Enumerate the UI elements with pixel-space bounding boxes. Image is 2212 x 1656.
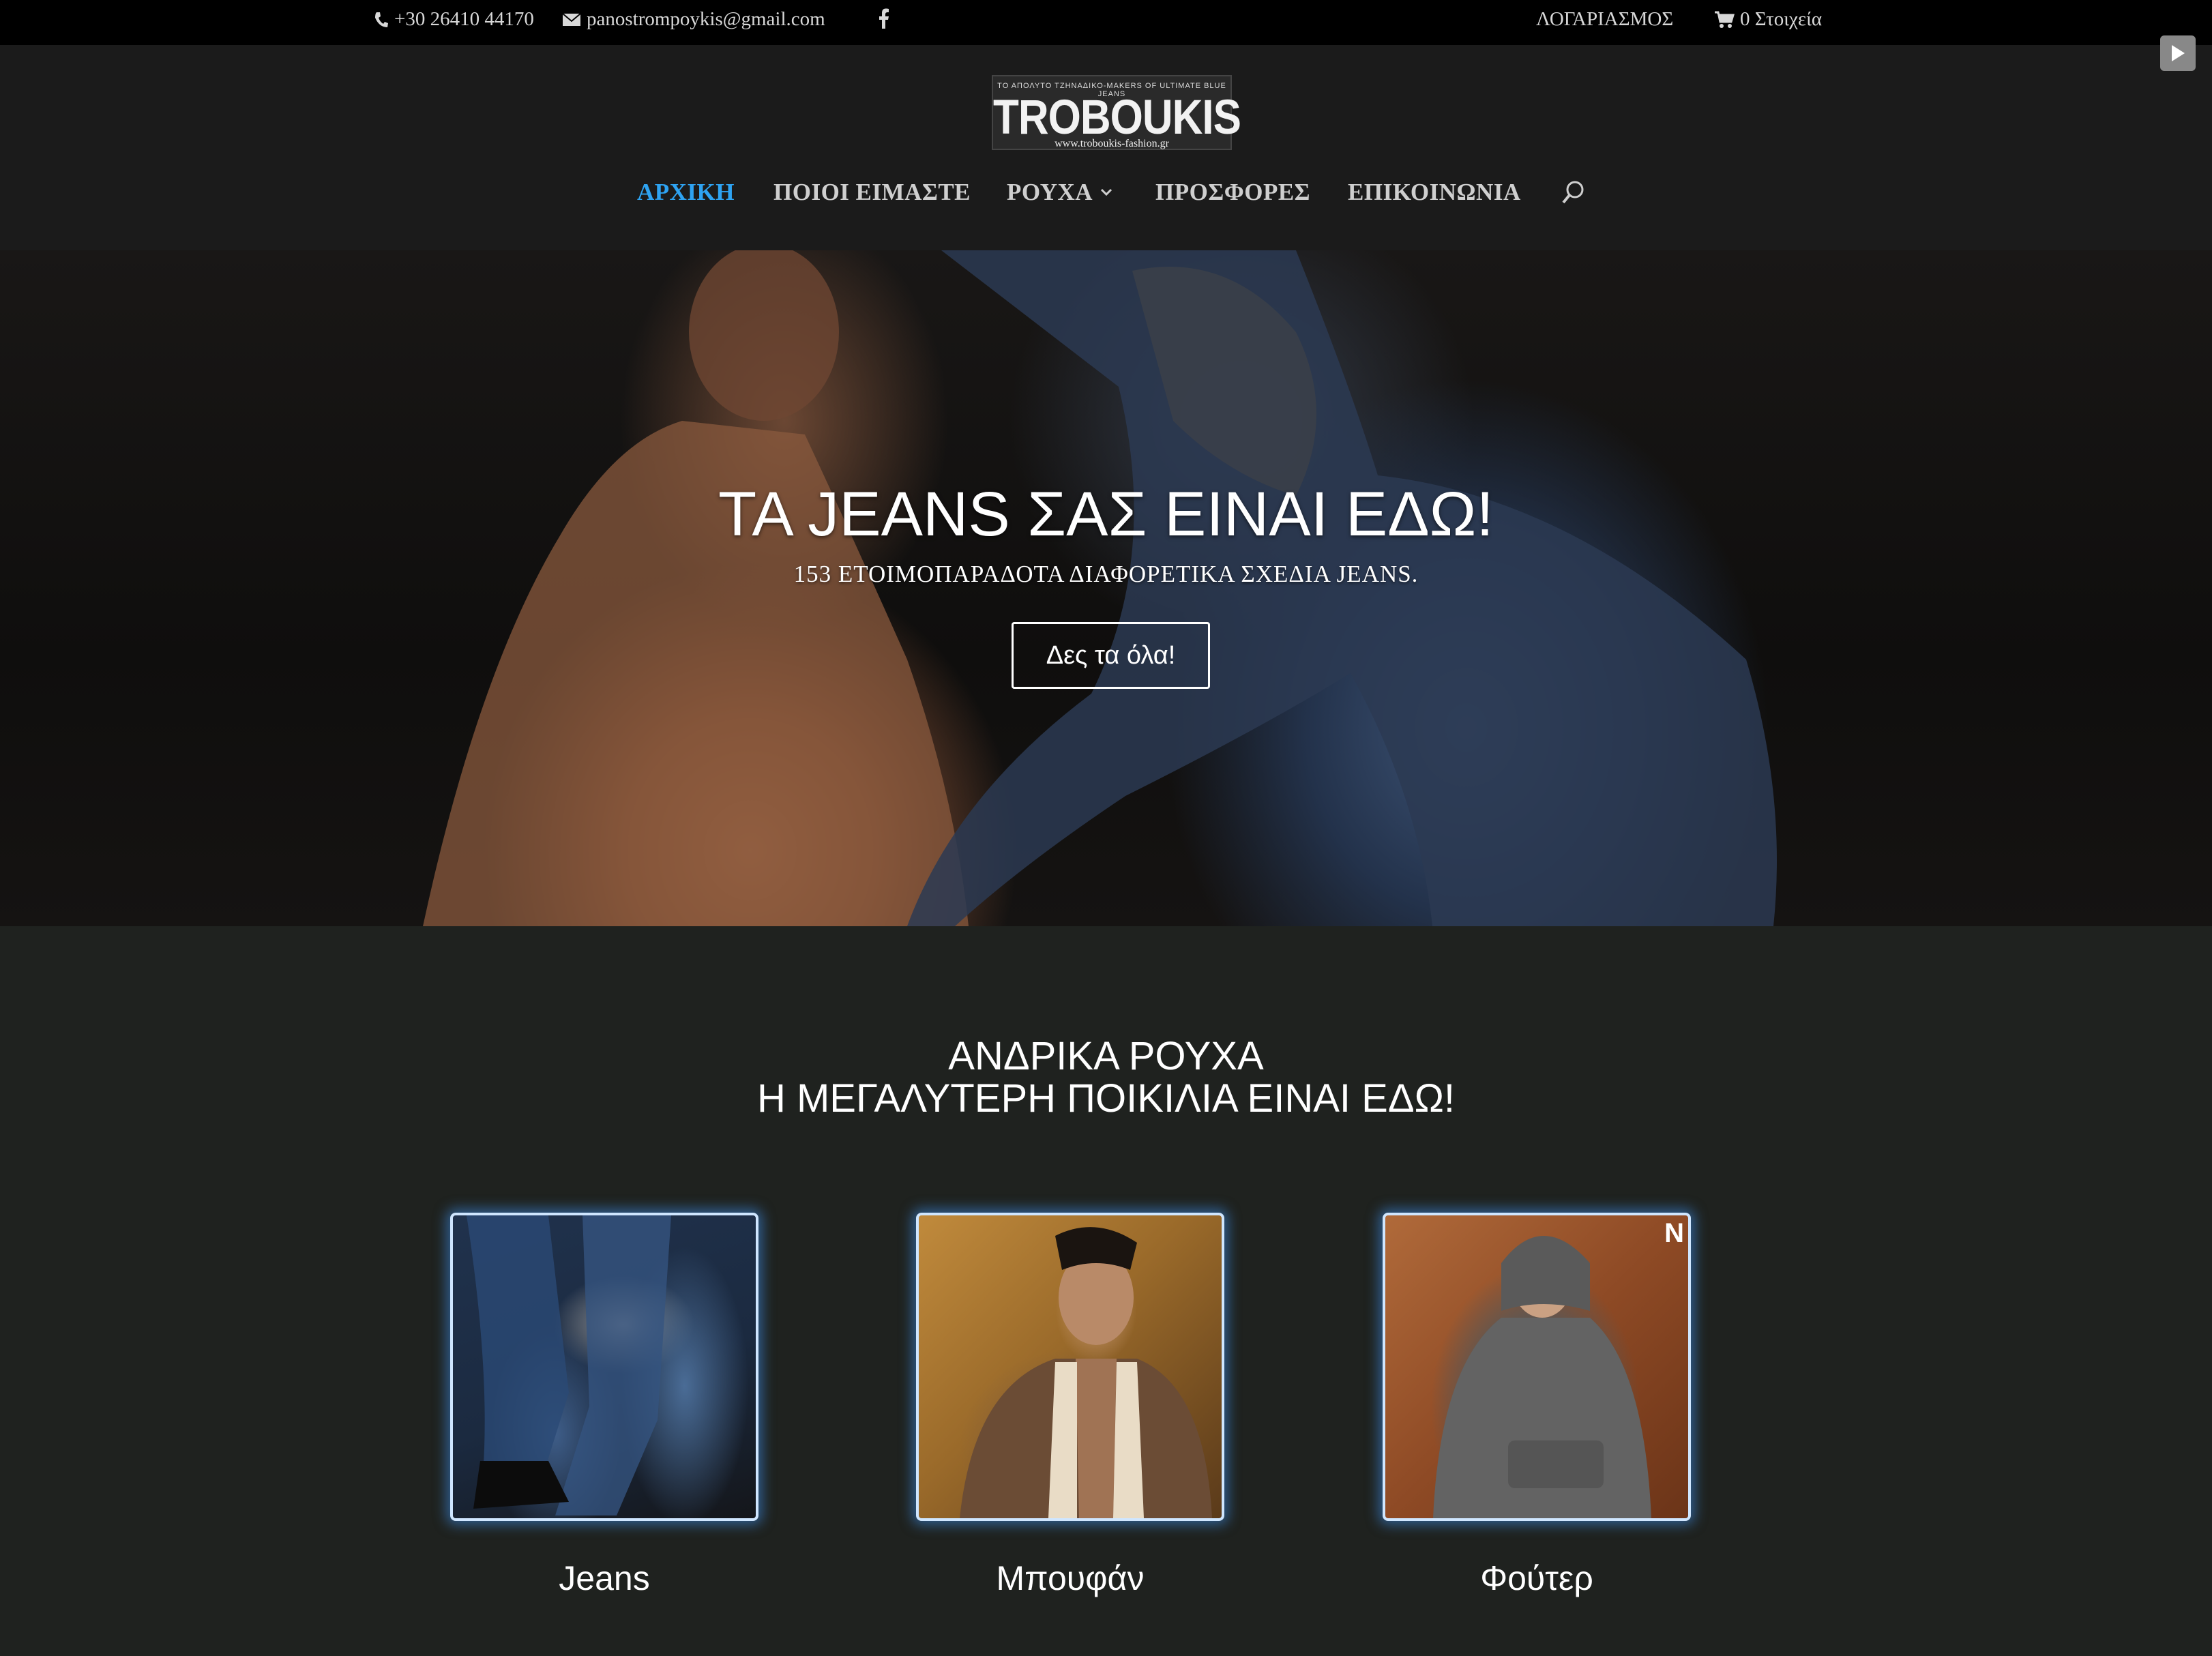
top-bar: +30 26410 44170 panostrompoykis@gmail.co… [0,0,2212,45]
cart-count: 0 Στοιχεία [1740,8,1823,30]
hero-image [423,250,1777,926]
play-button[interactable] [2160,35,2196,71]
account-link[interactable]: ΛΟΓΑΡΙΑΣΜΟΣ [1536,8,1673,31]
nav-label-clothes: ΡΟΥΧΑ [1007,179,1093,205]
play-icon [2172,45,2185,61]
nav-label-offers: ΠΡΟΣΦΟΡΕΣ [1155,179,1311,205]
chevron-down-icon [1100,188,1112,196]
nav-item-clothes[interactable]: ΡΟΥΧΑ [1007,179,1113,206]
category-label-jeans[interactable]: Jeans [450,1558,758,1598]
section-title-line1: ΑΝΔΡΙΚΑ ΡΟΥΧΑ [948,1034,1264,1078]
nav-item-contact[interactable]: ΕΠΙΚΟΙΝΩΝΙΑ [1348,179,1521,206]
nav-label-about: ΠΟΙΟΙ ΕΙΜΑΣΤΕ [773,179,971,205]
nav-item-home[interactable]: ΑΡΧΙΚΗ [637,179,735,206]
hero-title: ΤΑ JEANS ΣΑΣ ΕΙΝΑΙ ΕΔΩ! [718,479,1494,549]
hero-banner: ΤΑ JEANS ΣΑΣ ΕΙΝΑΙ ΕΔΩ! 153 ΕΤΟΙΜΟΠΑΡΑΔΟ… [0,250,2212,926]
email-address: panostrompoykis@gmail.com [587,8,825,30]
cart-icon [1715,11,1735,28]
jacket-photo [960,1227,1212,1518]
cart-link[interactable]: 0 Στοιχεία [1714,8,1822,31]
new-badge: N [1664,1218,1684,1248]
phone-icon [375,12,388,27]
jeans-photo [467,1215,671,1515]
nav-label-contact: ΕΠΙΚΟΙΝΩΝΙΑ [1348,179,1521,205]
category-image-hoodies[interactable]: N [1383,1213,1691,1521]
envelope-icon [562,12,581,26]
hoodie-photo [1433,1236,1651,1518]
nav-label-home: ΑΡΧΙΚΗ [637,179,735,205]
hero-subtitle: 153 ΕΤΟΙΜΟΠΑΡΑΔΟΤΑ ΔΙΑΦΟΡΕΤΙΚΑ ΣΧΕΔΙΑ JE… [793,561,1419,587]
category-image-jackets[interactable] [916,1213,1224,1521]
facebook-link[interactable] [879,8,889,29]
phone-number: +30 26410 44170 [394,8,534,30]
site-logo[interactable]: ΤΟ ΑΠΟΛΥΤΟ ΤΖΗΝΑΔΙΚΟ-MAKERS OF ULTIMATE … [992,75,1241,150]
nav-item-about[interactable]: ΠΟΙΟΙ ΕΙΜΑΣΤΕ [773,179,971,206]
category-label-jackets[interactable]: Μπουφάν [916,1558,1224,1598]
email-link[interactable]: panostrompoykis@gmail.com [562,8,825,31]
facebook-icon [879,8,889,29]
section-title-line2: Η ΜΕΓΑΛΥΤΕΡΗ ΠΟΙΚΙΛΙΑ ΕΙΝΑΙ ΕΔΩ! [756,1076,1456,1121]
account-label: ΛΟΓΑΡΙΑΣΜΟΣ [1536,8,1674,30]
nav-item-offers[interactable]: ΠΡΟΣΦΟΡΕΣ [1155,179,1310,206]
logo-brand: TROBOUKIS [993,90,1241,145]
see-all-button[interactable]: Δες τα όλα! [1012,622,1210,689]
category-label-hoodies[interactable]: Φούτερ [1383,1558,1691,1598]
search-icon [1562,181,1584,204]
phone-link[interactable]: +30 26410 44170 [374,8,534,31]
category-image-jeans[interactable] [450,1213,758,1521]
search-button[interactable] [1562,180,1585,206]
